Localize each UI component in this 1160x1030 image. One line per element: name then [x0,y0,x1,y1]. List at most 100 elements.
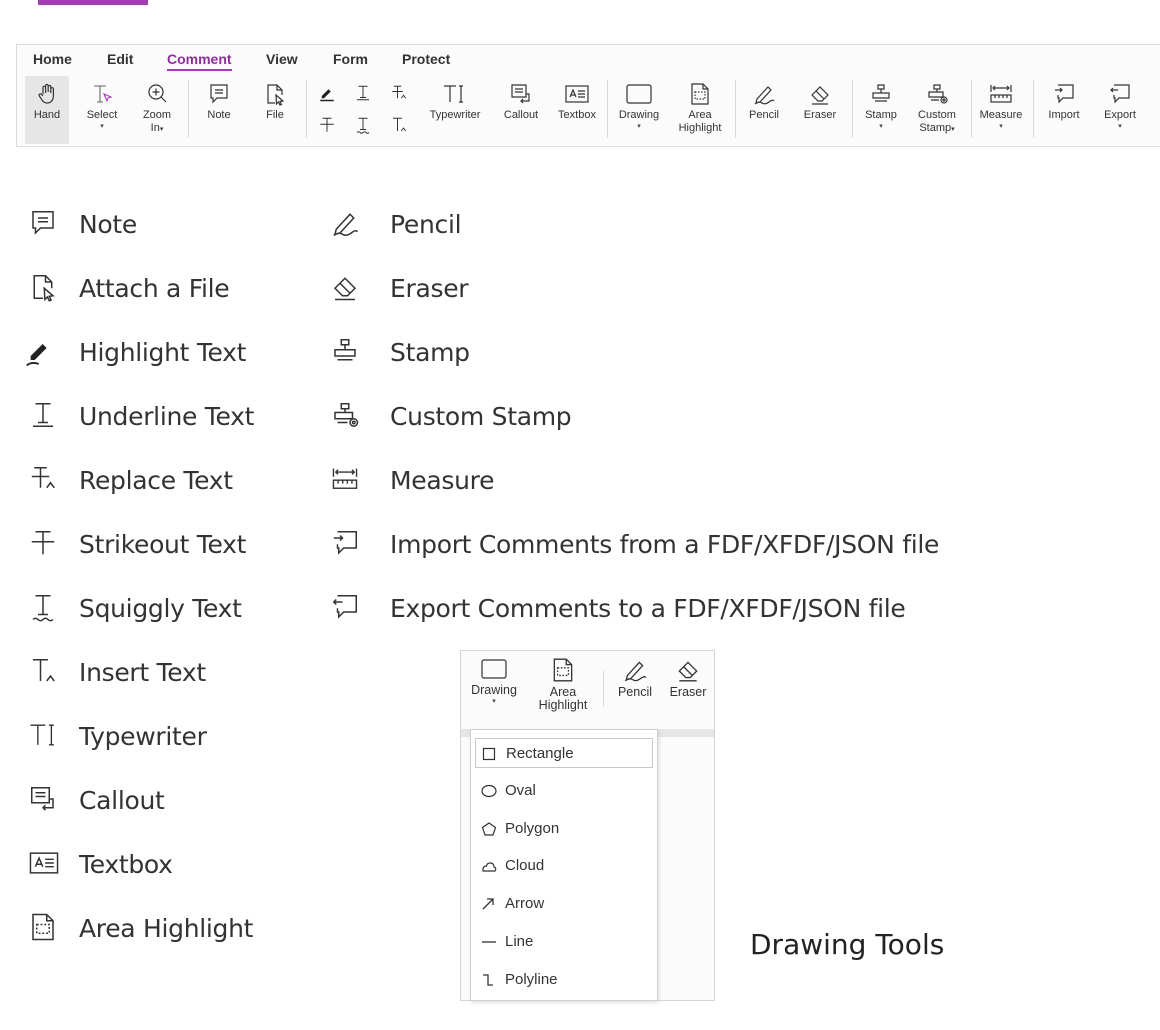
tab-form[interactable]: Form [333,51,368,67]
menu-item-polyline[interactable]: Polyline [475,965,653,995]
drawing-button[interactable]: Drawing ▾ [613,76,665,144]
area-highlight-button[interactable]: Area Highlight [531,651,595,727]
note-icon [32,211,54,235]
drawing-button[interactable]: Drawing ▾ [465,651,523,727]
underline-text-button[interactable] [351,82,375,104]
measure-button[interactable]: Measure ▾ [975,76,1027,144]
legend-label: Stamp [390,338,470,367]
stamp-button[interactable]: Stamp ▾ [859,76,903,144]
squiggly-icon [32,595,54,622]
tab-view[interactable]: View [266,51,298,67]
drawing-tools-caption: Drawing Tools [750,928,945,961]
typewriter-icon [444,85,463,103]
legend-label: Typewriter [79,722,207,751]
note-button[interactable]: Note [197,76,241,144]
tab-protect[interactable]: Protect [402,51,450,67]
import-icon [333,531,357,555]
comment-ribbon: Home Edit Comment View Form Protect Hand… [16,44,1160,147]
highlight-icon [320,89,334,102]
ribbon-divider [188,80,189,138]
oval-icon [481,784,497,798]
eraser-icon [811,86,829,105]
pencil-button[interactable]: Pencil [613,651,657,727]
typewriter-label: Typewriter [429,109,481,121]
insert-text-button[interactable] [387,114,411,136]
export-label: Export [1104,109,1136,121]
select-button[interactable]: Select ▾ [81,76,123,144]
tab-comment[interactable]: Comment [167,51,232,71]
legend-item: Attach a File [28,268,288,308]
eraser-button[interactable]: Eraser [797,76,843,144]
area-highlight-icon [553,658,573,682]
export-button[interactable]: Export ▾ [1095,76,1145,144]
underline-icon [357,85,369,101]
legend-item: Highlight Text [24,332,288,372]
import-button[interactable]: Import [1039,76,1089,144]
eraser-button[interactable]: Eraser [665,651,711,727]
replace-text-button[interactable] [387,82,411,104]
menu-item-cloud[interactable]: Cloud [475,851,653,881]
legend-label: Export Comments to a FDF/XFDF/JSON file [390,594,906,623]
callout-button[interactable]: Callout [497,76,545,144]
legend-item: Import Comments from a FDF/XFDF/JSON fil… [330,524,950,564]
legend-label: Area Highlight [79,914,254,943]
pencil-icon [754,86,775,105]
legend-item: Callout [28,780,288,820]
legend-label: Textbox [79,850,173,879]
legend-item: Squiggly Text [28,588,288,628]
legend-label: Note [79,210,137,239]
tab-edit[interactable]: Edit [107,51,133,67]
rectangle-icon [482,747,496,761]
menu-item-rectangle[interactable]: Rectangle [475,738,653,768]
menu-item-label: Polyline [505,971,558,988]
hand-button[interactable]: Hand [25,76,69,144]
custom-stamp-label-line2: Stamp▾ [919,122,955,134]
legend-label: Strikeout Text [79,530,247,559]
highlight-text-button[interactable] [315,82,339,104]
typewriter-button[interactable]: Typewriter [425,76,485,144]
menu-item-oval[interactable]: Oval [475,776,653,806]
pencil-label: Pencil [617,685,653,699]
legend-label: Insert Text [79,658,206,687]
ribbon-divider [1033,80,1034,138]
file-button[interactable]: File [253,76,297,144]
legend-label: Import Comments from a FDF/XFDF/JSON fil… [390,530,940,559]
select-label: Select [86,109,118,121]
textbox-label: Textbox [558,109,596,121]
stamp-caret-icon: ▾ [879,123,883,130]
custom-stamp-button[interactable]: Custom Stamp▾ [911,76,963,144]
menu-item-arrow[interactable]: Arrow [475,889,653,919]
tab-home[interactable]: Home [33,51,72,67]
legend-label: Eraser [390,274,469,303]
squiggly-icon [356,117,370,134]
pencil-button[interactable]: Pencil [741,76,787,144]
squiggly-text-button[interactable] [351,114,375,136]
menu-item-label: Cloud [505,857,545,874]
legend-item: Typewriter [28,716,288,756]
legend-item: Stamp [330,332,950,372]
textbox-button[interactable]: Textbox [552,76,602,144]
drawing-caret-icon: ▾ [492,698,496,705]
ribbon-divider [852,80,853,138]
ribbon-divider [607,80,608,138]
menu-item-polygon[interactable]: Polygon [475,814,653,844]
underline-icon [33,403,53,427]
legend-label: Replace Text [79,466,233,495]
menu-item-label: Line [505,933,534,950]
legend-label: Custom Stamp [390,402,572,431]
drawing-dropdown-menu: Rectangle Oval Polygon Cloud Arrow Line … [470,729,658,1001]
menu-item-label: Oval [505,782,536,799]
area-label: Area [688,109,712,121]
highlight-label: Highlight [538,698,588,712]
menu-item-line[interactable]: Line [475,927,653,957]
measure-label: Measure [979,109,1023,121]
import-icon [1055,84,1074,104]
zoom-in-button[interactable]: Zoom In▾ [135,76,179,144]
rectangle-icon [626,84,652,104]
legend-item: Area Highlight [28,908,288,948]
insert-text-icon [33,659,55,682]
area-highlight-button[interactable]: Area Highlight [673,76,727,144]
eraser-label: Eraser [669,685,707,699]
export-caret-icon: ▾ [1118,123,1122,130]
strikeout-text-button[interactable] [315,114,339,136]
